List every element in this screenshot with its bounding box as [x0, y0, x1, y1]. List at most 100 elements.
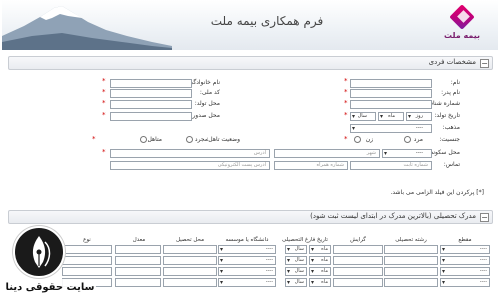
- required-mark: *: [102, 77, 106, 85]
- id-number-input[interactable]: [350, 100, 432, 109]
- column-header-field: رشته تحصیلی: [395, 237, 427, 243]
- column-header-degree: مقطع: [458, 237, 472, 243]
- father-name-input[interactable]: [350, 89, 432, 98]
- specialization-input[interactable]: [333, 278, 383, 287]
- type-input[interactable]: [62, 245, 112, 254]
- birth-place-label: محل تولد:: [194, 100, 220, 107]
- study-place-input[interactable]: [163, 267, 217, 276]
- study-place-input[interactable]: [163, 256, 217, 265]
- university-select[interactable]: ----: [218, 245, 276, 254]
- gender-female-label: زن: [365, 136, 373, 143]
- watermark-text: سایت حقوقی دینا: [4, 279, 96, 297]
- graduation-month-select[interactable]: ماه: [309, 245, 331, 254]
- last-name-input[interactable]: [110, 79, 192, 88]
- father-name-label: نام پدر:: [441, 89, 460, 96]
- required-mark: *: [92, 135, 96, 143]
- contact-label: تماس:: [443, 161, 460, 168]
- education-section-header[interactable]: − مدرک تحصیلی (بالاترین مدرک در ابتدای ل…: [8, 210, 493, 224]
- birth-date-label: تاریخ تولد:: [434, 112, 460, 119]
- email-input[interactable]: آدرس پست الکترونیکی: [110, 161, 270, 170]
- graduation-year-select[interactable]: سال: [285, 267, 307, 276]
- gender-male-label: مرد: [413, 136, 423, 143]
- name-input[interactable]: [350, 79, 432, 88]
- city-input[interactable]: شهر: [274, 149, 380, 158]
- column-header-graduation-date: تاریخ فارغ التحصیلی: [282, 237, 328, 243]
- required-mark: *: [344, 99, 348, 107]
- bimeh-mellat-logo: بیمه ملت: [439, 4, 485, 44]
- name-label: نام:: [450, 79, 460, 86]
- collapse-icon[interactable]: −: [480, 213, 489, 222]
- address-input[interactable]: آدرس: [110, 149, 270, 158]
- graduation-year-select[interactable]: سال: [285, 245, 307, 254]
- degree-select[interactable]: ----: [440, 256, 490, 265]
- gpa-input[interactable]: [115, 278, 161, 287]
- header-banner: فرم همکاری بیمه ملت بیمه ملت: [2, 0, 498, 50]
- section-title: مشخصات فردی: [428, 58, 476, 66]
- marital-married-radio[interactable]: [140, 136, 147, 143]
- graduation-month-select[interactable]: ماه: [309, 267, 331, 276]
- watermark-logo: [13, 226, 65, 278]
- column-header-specialization: گرایش: [350, 237, 366, 243]
- gpa-input[interactable]: [115, 245, 161, 254]
- study-place-input[interactable]: [163, 278, 217, 287]
- type-input[interactable]: [62, 267, 112, 276]
- university-select[interactable]: ----: [218, 267, 276, 276]
- required-mark: *: [102, 148, 106, 156]
- national-code-label: کد ملی:: [199, 89, 220, 96]
- column-header-university: دانشگاه یا موسسه: [225, 237, 269, 243]
- university-select[interactable]: ----: [218, 278, 276, 287]
- specialization-input[interactable]: [333, 267, 383, 276]
- required-mark: *: [344, 88, 348, 96]
- specialization-input[interactable]: [333, 245, 383, 254]
- degree-select[interactable]: ----: [440, 278, 490, 287]
- field-input[interactable]: [384, 278, 438, 287]
- issue-place-input[interactable]: [110, 112, 192, 121]
- birth-month-select[interactable]: ماه: [378, 112, 404, 121]
- gender-female-radio[interactable]: [354, 136, 361, 143]
- required-field-note: [*] پرکردن این فیلد الزامی می باشد.: [390, 189, 484, 196]
- gender-label: جنسیت:: [439, 136, 460, 143]
- type-input[interactable]: [62, 256, 112, 265]
- required-mark: *: [102, 111, 106, 119]
- personal-info-section-header[interactable]: − مشخصات فردی: [8, 56, 493, 70]
- graduation-year-select[interactable]: سال: [285, 256, 307, 265]
- collapse-icon[interactable]: −: [480, 59, 489, 68]
- mobile-input[interactable]: شماره همراه: [274, 161, 348, 170]
- study-place-input[interactable]: [163, 245, 217, 254]
- phone-input[interactable]: شماره ثابت: [350, 161, 432, 170]
- form-title: فرم همکاری بیمه ملت: [210, 14, 324, 28]
- marital-single-radio[interactable]: [186, 136, 193, 143]
- column-header-study-place: محل تحصیل: [175, 237, 205, 243]
- birth-year-select[interactable]: سال: [350, 112, 376, 121]
- gender-male-radio[interactable]: [404, 136, 411, 143]
- marital-married-label: متاهل: [147, 136, 162, 143]
- required-mark: *: [344, 111, 348, 119]
- religion-select[interactable]: ----: [350, 124, 432, 133]
- residence-select[interactable]: ----: [382, 149, 432, 158]
- required-mark: *: [344, 77, 348, 85]
- column-header-gpa: معدل: [132, 237, 146, 243]
- degree-select[interactable]: ----: [440, 267, 490, 276]
- field-input[interactable]: [384, 256, 438, 265]
- degree-select[interactable]: ----: [440, 245, 490, 254]
- field-input[interactable]: [384, 245, 438, 254]
- graduation-month-select[interactable]: ماه: [309, 256, 331, 265]
- marital-single-label: مجرد: [194, 136, 208, 143]
- gpa-input[interactable]: [115, 256, 161, 265]
- column-header-type: نوع: [83, 237, 91, 243]
- marital-status-label: وضعیت تاهل:: [206, 136, 240, 143]
- university-select[interactable]: ----: [218, 256, 276, 265]
- gpa-input[interactable]: [115, 267, 161, 276]
- birth-day-select[interactable]: روز: [406, 112, 432, 121]
- specialization-input[interactable]: [333, 256, 383, 265]
- logo-text: بیمه ملت: [444, 31, 480, 40]
- required-mark: *: [102, 88, 106, 96]
- issue-place-label: محل صدور:: [190, 112, 220, 119]
- mountain-image: [2, 6, 172, 50]
- religion-label: مذهب:: [442, 124, 460, 131]
- national-code-input[interactable]: [110, 89, 192, 98]
- field-input[interactable]: [384, 267, 438, 276]
- graduation-year-select[interactable]: سال: [285, 278, 307, 287]
- birth-place-input[interactable]: [110, 100, 192, 109]
- graduation-month-select[interactable]: ماه: [309, 278, 331, 287]
